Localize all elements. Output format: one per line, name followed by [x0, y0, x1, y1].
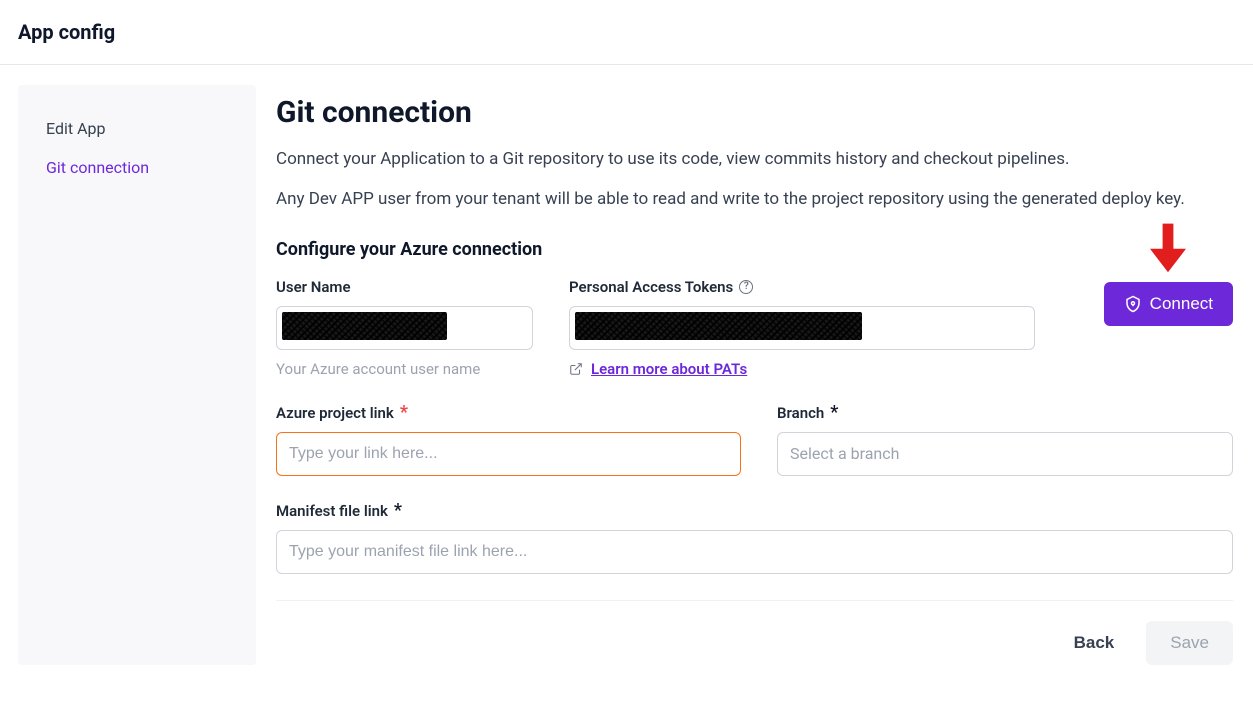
username-helper: Your Azure account user name [276, 360, 533, 378]
redacted-value [575, 312, 862, 340]
footer: Back Save [276, 600, 1233, 665]
help-icon[interactable]: ? [739, 280, 753, 294]
branch-label: Branch * [777, 404, 1233, 422]
arrow-down-icon [1145, 220, 1191, 274]
sidebar-item-edit-app[interactable]: Edit App [18, 109, 256, 148]
header-title: App config [18, 20, 1235, 44]
project-link-label-text: Azure project link [276, 404, 394, 422]
username-input[interactable] [276, 306, 533, 350]
manifest-label: Manifest file link * [276, 502, 1233, 520]
main-content: Git connection Connect your Application … [256, 65, 1253, 685]
sidebar: Edit App Git connection [18, 85, 256, 665]
save-button[interactable]: Save [1146, 621, 1233, 665]
branch-select[interactable]: Select a branch [777, 432, 1233, 476]
manifest-label-text: Manifest file link [276, 502, 388, 520]
section-title: Configure your Azure connection [276, 239, 1233, 260]
sidebar-item-label: Git connection [46, 158, 149, 177]
project-link-label: Azure project link * [276, 404, 741, 422]
back-button[interactable]: Back [1060, 623, 1129, 663]
learn-more-pats-link[interactable]: Learn more about PATs [591, 360, 747, 378]
branch-label-text: Branch [777, 404, 824, 422]
pat-input[interactable] [569, 306, 1035, 350]
redacted-value [282, 312, 447, 340]
sidebar-item-label: Edit App [46, 119, 105, 138]
manifest-input[interactable] [276, 530, 1233, 574]
external-link-icon [569, 362, 583, 376]
shield-lock-icon [1124, 295, 1142, 313]
branch-placeholder: Select a branch [790, 444, 899, 463]
sidebar-item-git-connection[interactable]: Git connection [18, 148, 256, 187]
page-description-2: Any Dev APP user from your tenant will b… [276, 186, 1233, 212]
username-label: User Name [276, 278, 533, 296]
connect-button-label: Connect [1150, 294, 1213, 314]
pat-label: Personal Access Tokens ? [569, 278, 1035, 296]
app-header: App config [0, 0, 1253, 65]
connect-button[interactable]: Connect [1104, 282, 1233, 326]
pat-label-text: Personal Access Tokens [569, 278, 733, 296]
project-link-input[interactable] [276, 432, 741, 476]
page-title: Git connection [276, 95, 1233, 130]
page-description-1: Connect your Application to a Git reposi… [276, 146, 1233, 172]
